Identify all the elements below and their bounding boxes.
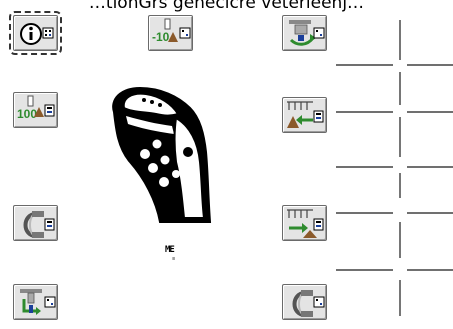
minus-10-label: -10 (152, 30, 170, 44)
100-percent-icon: 100 (17, 95, 55, 121)
hose-icon (292, 290, 325, 317)
device-label: ME (165, 245, 175, 255)
scale-rotate-button[interactable] (282, 15, 327, 51)
nozzle-arrow-left-icon (287, 101, 324, 128)
minus-10-button[interactable]: -10 (148, 15, 193, 51)
nozzle-arrow-right-button[interactable] (282, 205, 327, 241)
hose-left-button[interactable] (13, 205, 58, 241)
info-button[interactable] (9, 11, 62, 55)
device-sublabel: ≡ (172, 256, 176, 262)
nozzle-arrow-left-button[interactable] (282, 97, 327, 133)
hose-icon (23, 211, 55, 238)
minus-10-icon: -10 (152, 18, 191, 44)
info-icon (20, 23, 54, 45)
joystick-illustration (112, 86, 212, 223)
scale-down-icon (20, 289, 56, 315)
scale-rotate-icon (289, 20, 325, 46)
100-percent-button[interactable]: 100 (13, 92, 58, 128)
grid-lines (336, 20, 453, 316)
100-label: 100 (17, 107, 37, 121)
scale-down-button[interactable] (13, 284, 58, 320)
nozzle-arrow-right-icon (287, 209, 324, 238)
hose-right-button[interactable] (282, 284, 327, 320)
